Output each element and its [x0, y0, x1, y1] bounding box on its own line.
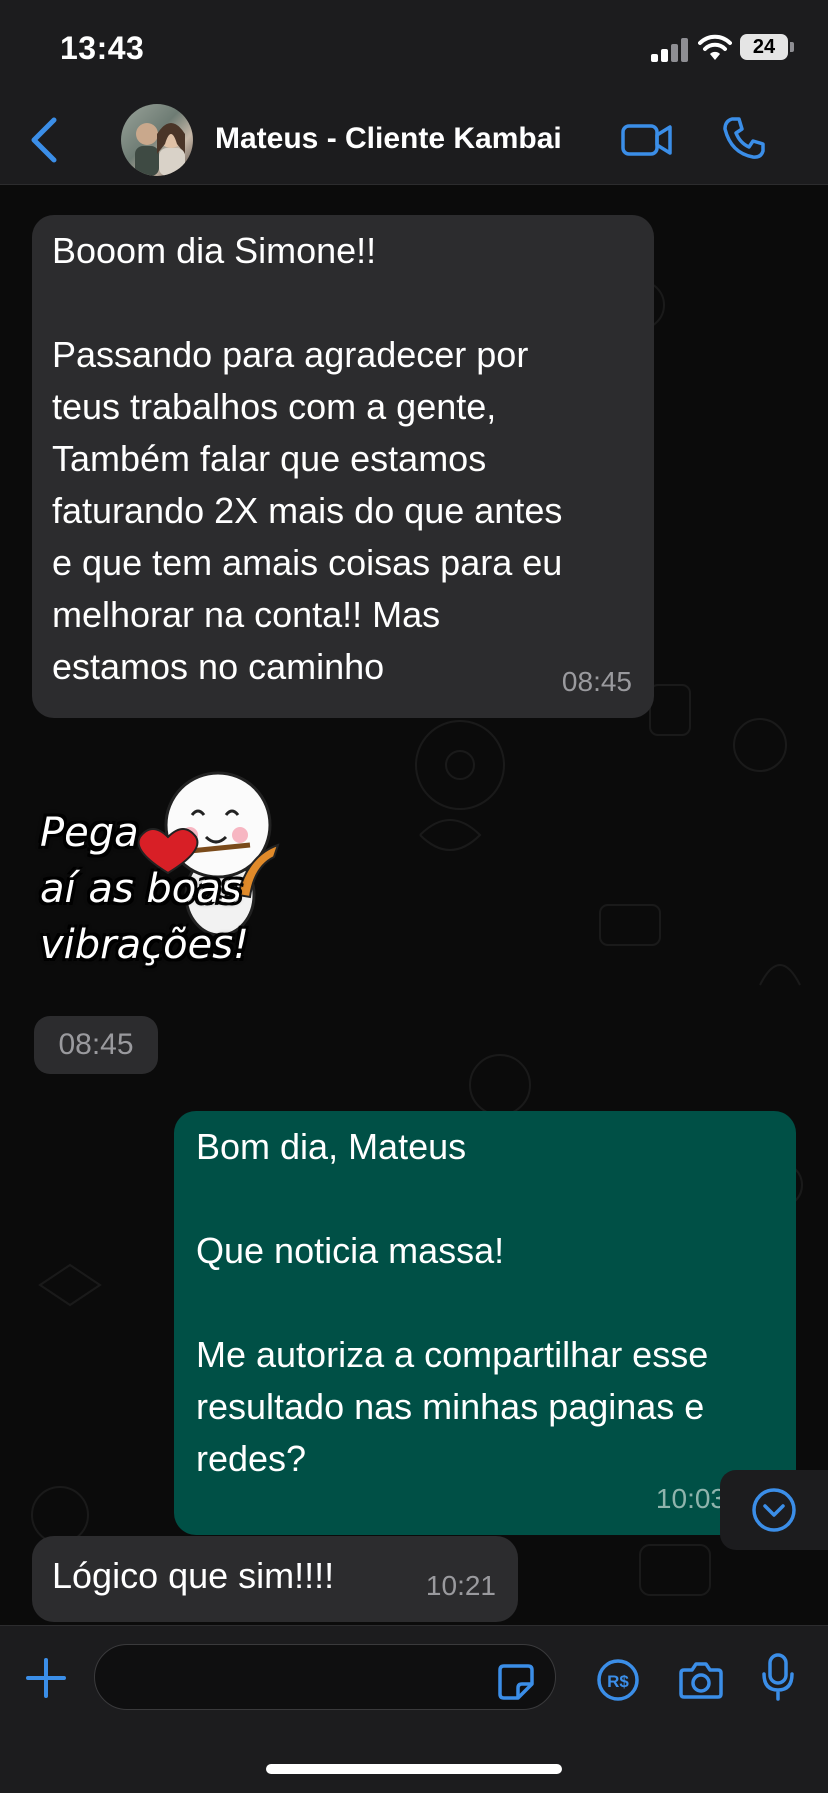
message-bubble-outgoing[interactable]: Bom dia, Mateus Que noticia massa! Me au…: [174, 1111, 796, 1535]
phone-call-icon[interactable]: [720, 114, 768, 162]
chat-area[interactable]: Booom dia Simone!! Passando para agradec…: [0, 185, 828, 1625]
sticker-icon[interactable]: [496, 1662, 536, 1702]
wifi-icon: [698, 34, 732, 60]
message-input[interactable]: [94, 1644, 556, 1710]
camera-icon[interactable]: [678, 1660, 724, 1700]
status-bar: 13:43 24: [0, 0, 828, 96]
message-text: Booom dia Simone!! Passando para agradec…: [52, 230, 563, 687]
message-time: 08:45: [561, 666, 632, 697]
message-text: Bom dia, Mateus Que noticia massa! Me au…: [196, 1126, 709, 1479]
contact-avatar[interactable]: [121, 104, 193, 176]
message-time: 10:21: [425, 1570, 496, 1601]
message-bubble-incoming[interactable]: Lógico que sim!!!! 10:21: [32, 1536, 518, 1622]
video-call-icon[interactable]: [620, 116, 674, 162]
plus-icon[interactable]: [24, 1656, 68, 1700]
sticker-message[interactable]: Pega aí as boas vibrações!: [40, 745, 290, 968]
battery-tip: [790, 42, 794, 52]
home-indicator: [266, 1764, 562, 1774]
payment-icon[interactable]: R$: [596, 1658, 640, 1702]
chevron-down-circle-icon: [752, 1488, 796, 1532]
sticker-time: 08:45: [34, 1016, 158, 1074]
status-time: 13:43: [60, 30, 145, 66]
message-bubble-incoming[interactable]: Booom dia Simone!! Passando para agradec…: [32, 215, 654, 718]
back-chevron-icon[interactable]: [24, 114, 64, 166]
message-time: 10:03: [655, 1483, 726, 1514]
battery-icon: 24: [740, 34, 788, 60]
sticker-caption: Pega aí as boas vibrações!: [40, 810, 250, 968]
contact-name[interactable]: Mateus - Cliente Kambai: [215, 122, 562, 156]
svg-text:R$: R$: [607, 1672, 629, 1691]
microphone-icon[interactable]: [760, 1652, 796, 1702]
chat-header: Mateus - Cliente Kambai: [0, 96, 828, 185]
signal-icon: [651, 36, 691, 62]
message-text: Lógico que sim!!!!: [52, 1555, 335, 1596]
scroll-to-bottom-button[interactable]: [720, 1470, 828, 1550]
